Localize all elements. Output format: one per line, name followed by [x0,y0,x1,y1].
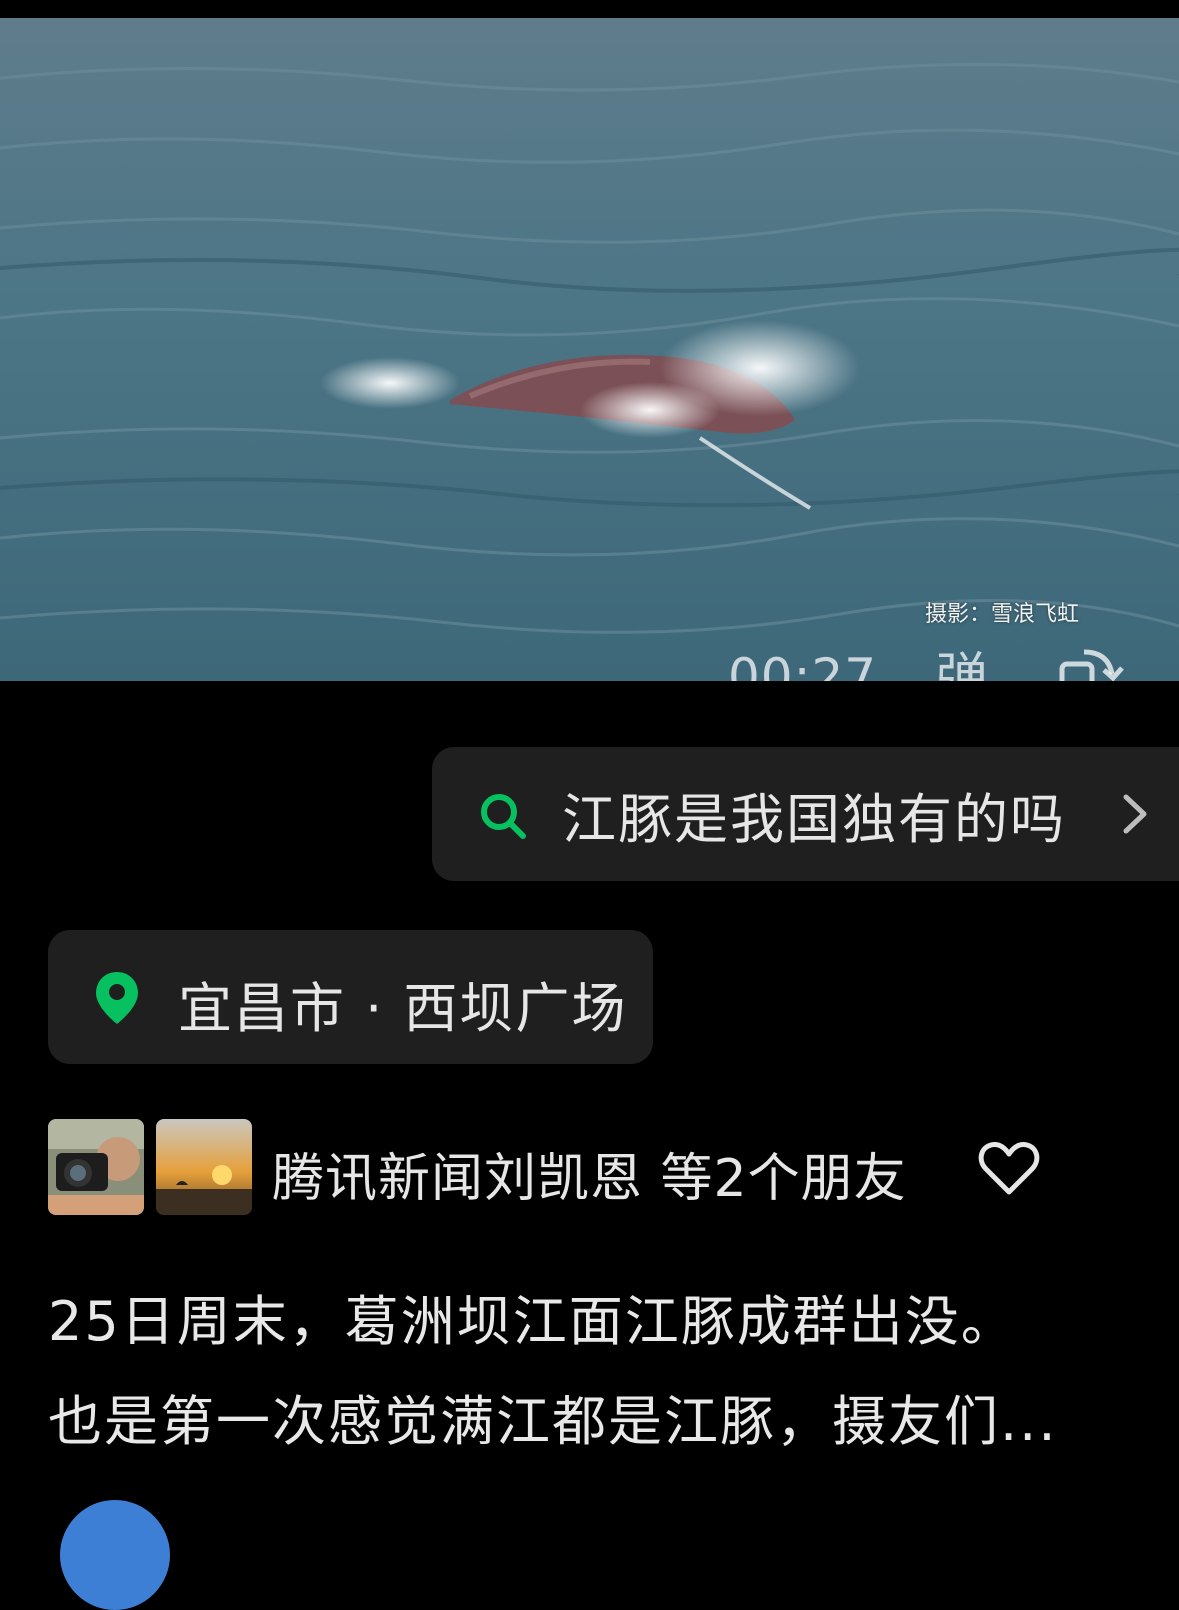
danmaku-toggle-button[interactable]: 弹 [936,646,1006,681]
friend-avatar-sunset[interactable] [156,1119,252,1215]
video-frame-river-dolphin [0,18,1179,681]
rotate-screen-icon[interactable] [1056,644,1128,681]
friends-liked-row[interactable]: 腾讯新闻刘凯恩 等2个朋友 [48,1118,1148,1216]
friends-liked-text: 腾讯新闻刘凯恩 等2个朋友 [272,1149,907,1209]
related-search-query: 江豚是我国独有的吗 [562,787,1066,851]
post-caption[interactable]: 25日周末，葛洲坝江面江豚成群出没。 也是第一次感觉满江都是江豚，摄友们... [48,1272,1148,1472]
heart-outline-icon[interactable] [978,1140,1040,1196]
location-chip[interactable]: 宜昌市 · 西坝广场 [48,930,653,1064]
chevron-right-icon [1123,794,1147,834]
status-strip [0,0,1179,18]
danmaku-label: 弹 [936,648,989,681]
caption-line-1: 25日周末，葛洲坝江面江豚成群出没。 [48,1290,1017,1353]
search-icon [481,794,526,839]
location-label: 宜昌市 · 西坝广场 [178,977,628,1040]
friend-avatar-photographer[interactable] [48,1119,144,1215]
caption-line-2: 也是第一次感觉满江都是江豚，摄友们... [48,1390,1058,1453]
related-search-chip[interactable]: 江豚是我国独有的吗 [432,747,1179,881]
video-timestamp: 00:27 [728,648,878,681]
video-player[interactable]: 摄影：雪浪飞虹 00:27 弹 [0,18,1179,681]
author-avatar[interactable] [60,1500,170,1610]
photo-credit: 摄影：雪浪飞虹 [924,602,1079,627]
location-pin-icon [96,972,138,1024]
